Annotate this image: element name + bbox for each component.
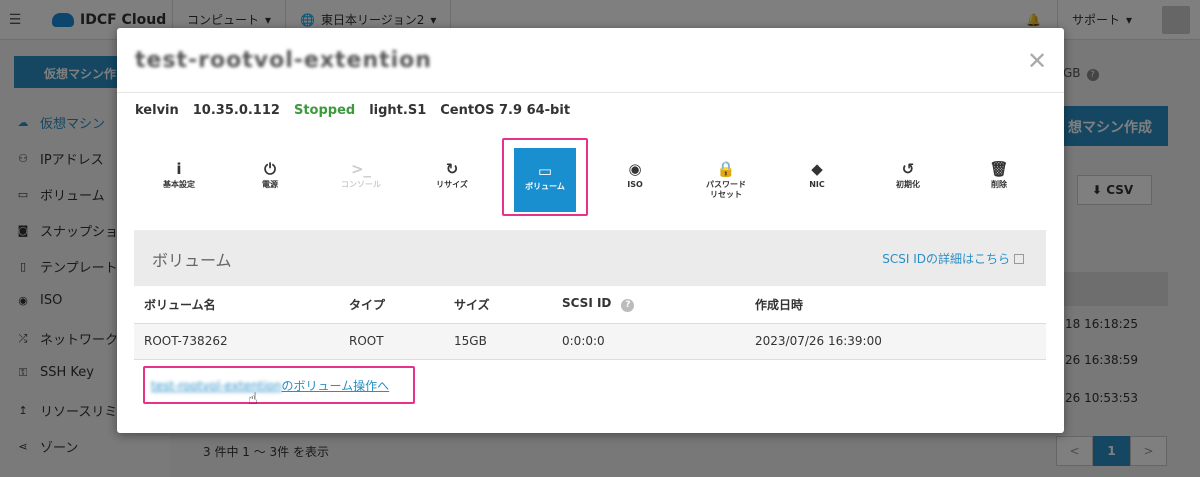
action-terminal-button: >_ コンソール — [316, 146, 406, 212]
col-header: 作成日時 — [745, 286, 1046, 324]
history-icon: ↺ — [901, 160, 915, 178]
action-label: 削除 — [991, 180, 1007, 189]
op-link-vm-name: test-rootvol-extention — [151, 379, 282, 393]
refresh-icon: ↻ — [445, 160, 459, 178]
table-cell: 15GB — [444, 323, 552, 360]
help-icon[interactable]: ? — [621, 299, 635, 313]
table-row: ROOT-738262 ROOT 15GB 0:0:0:0 2023/07/26… — [134, 323, 1046, 360]
col-header: タイプ — [339, 286, 444, 324]
action-label: ISO — [627, 180, 643, 189]
vm-detail-modal: test-rootvol-extention ✕ kelvin 10.35.0.… — [117, 28, 1064, 433]
vm-info-row: kelvin 10.35.0.112 Stopped light.S1 Cent… — [135, 103, 570, 118]
hand-cursor-icon: ☝ — [248, 389, 258, 408]
action-lock-button[interactable]: 🔒 パスワード リセット — [681, 146, 771, 212]
power-icon: ⏻ — [264, 160, 276, 178]
action-disc-button[interactable]: ◉ ISO — [590, 146, 680, 212]
close-icon[interactable]: ✕ — [1027, 47, 1047, 75]
volume-table: ボリューム名 タイプ サイズ SCSI ID? 作成日時 ROOT-738262… — [134, 286, 1046, 360]
action-label: NIC — [809, 180, 825, 189]
action-label: 基本設定 — [163, 180, 195, 189]
volume-panel-header: ボリューム SCSI IDの詳細はこちら — [134, 230, 1046, 286]
vm-ip: 10.35.0.112 — [192, 103, 280, 118]
volume-operation-link[interactable]: test-rootvol-extentionのボリューム操作へ — [151, 377, 389, 394]
table-cell: 0:0:0:0 — [552, 323, 745, 360]
divider — [117, 92, 1064, 93]
action-tag-button[interactable]: ◆ NIC — [772, 146, 862, 212]
action-trash-button[interactable]: 🗑 削除 — [954, 146, 1044, 212]
lock-icon: 🔒 — [716, 160, 736, 178]
action-info-button[interactable]: i 基本設定 — [134, 146, 224, 212]
action-history-button[interactable]: ↺ 初期化 — [863, 146, 953, 212]
op-link-suffix: のボリューム操作へ — [281, 379, 390, 393]
trash-icon: 🗑 — [989, 160, 1009, 178]
col-header-scsi: SCSI ID? — [552, 286, 745, 324]
scsi-link-text: SCSI IDの詳細はこちら — [882, 252, 1010, 266]
action-refresh-button[interactable]: ↻ リサイズ — [407, 146, 497, 212]
action-bar: i 基本設定 ⏻ 電源 >_ コンソール ↻ リサイズ ▭ ボリューム ◉ ISO 🔒 パスワード リセット… — [117, 146, 1064, 226]
action-label: リサイズ — [436, 180, 468, 189]
table-cell: ROOT — [339, 323, 444, 360]
disc-icon: ◉ — [628, 160, 642, 178]
tag-icon: ◆ — [811, 160, 823, 178]
action-label: 初期化 — [896, 180, 920, 189]
vm-os: CentOS 7.9 64-bit — [440, 103, 571, 118]
action-label: パスワード — [706, 180, 746, 189]
vm-status: Stopped — [293, 103, 356, 118]
volume-panel: ボリューム SCSI IDの詳細はこちら ボリューム名 タイプ サイズ SCSI… — [134, 230, 1046, 360]
action-label: 電源 — [262, 180, 278, 189]
action-label-line2: リセット — [710, 190, 742, 199]
vm-user: kelvin — [135, 103, 179, 118]
info-icon: i — [176, 160, 182, 178]
col-header: ボリューム名 — [134, 286, 339, 324]
vm-plan: light.S1 — [369, 103, 427, 118]
col-header: サイズ — [444, 286, 552, 324]
scsi-detail-link[interactable]: SCSI IDの詳細はこちら — [882, 250, 1024, 267]
modal-title: test-rootvol-extention — [135, 48, 432, 73]
volume-panel-title: ボリューム — [152, 251, 232, 270]
terminal-icon: >_ — [350, 160, 372, 178]
col-header-label: SCSI ID — [562, 296, 612, 311]
table-cell: ROOT-738262 — [134, 323, 339, 360]
action-power-button[interactable]: ⏻ 電源 — [225, 146, 315, 212]
highlight-box — [502, 138, 588, 216]
external-link-icon — [1014, 254, 1024, 264]
table-cell: 2023/07/26 16:39:00 — [745, 323, 1046, 360]
action-label: コンソール — [341, 180, 381, 189]
